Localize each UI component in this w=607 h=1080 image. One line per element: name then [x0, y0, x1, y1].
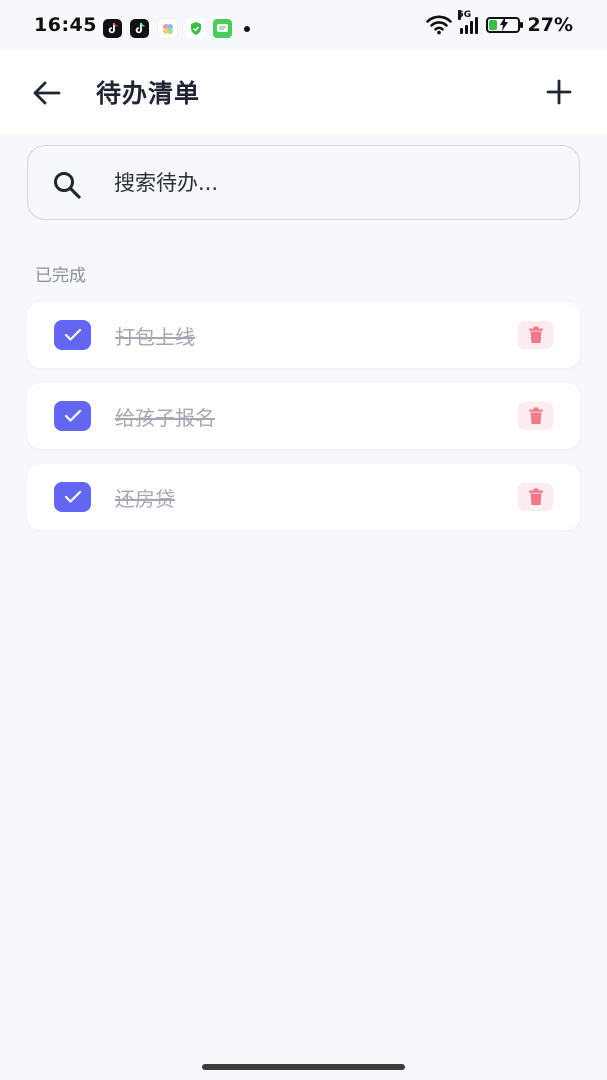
todo-list: 打包上线 给孩子报名 还房贷	[27, 302, 580, 545]
page-title: 待办清单	[96, 79, 201, 108]
todo-checkbox[interactable]	[54, 320, 91, 350]
tiktok-icon	[130, 19, 149, 38]
shield-app-icon	[186, 19, 205, 38]
todo-text: 还房贷	[115, 487, 175, 511]
todo-item[interactable]: 还房贷	[27, 464, 580, 530]
app-header: 待办清单	[0, 50, 607, 134]
todo-text: 给孩子报名	[115, 406, 215, 430]
checkmark-icon	[64, 328, 81, 341]
flower-app-icon	[157, 18, 178, 39]
charging-bolt-icon	[499, 17, 509, 35]
cellular-signal-icon: 5G	[457, 10, 478, 34]
search-input[interactable]	[114, 164, 554, 202]
arrow-left-icon	[33, 81, 61, 105]
network-type: 5G	[457, 10, 472, 20]
plus-icon	[546, 79, 572, 105]
battery-icon	[485, 17, 523, 35]
back-button[interactable]	[30, 76, 64, 110]
more-notifications-dot-icon	[244, 25, 250, 32]
status-bar: 16:45 5G 27%	[0, 0, 607, 50]
delete-todo-button[interactable]	[518, 483, 553, 511]
status-indicators: 5G 27%	[425, 10, 573, 36]
delete-todo-button[interactable]	[518, 321, 553, 349]
message-app-icon	[213, 19, 232, 38]
search-icon	[54, 172, 81, 199]
status-time: 16:45	[34, 14, 97, 36]
status-app-icons	[103, 18, 250, 39]
trash-icon	[528, 488, 543, 505]
home-indicator[interactable]	[202, 1064, 405, 1070]
todo-checkbox[interactable]	[54, 482, 91, 512]
todo-checkbox[interactable]	[54, 401, 91, 431]
wifi-icon	[425, 15, 452, 35]
trash-icon	[528, 407, 543, 424]
trash-icon	[528, 326, 543, 343]
todo-text: 打包上线	[115, 325, 195, 349]
tiktok-icon	[103, 19, 122, 38]
delete-todo-button[interactable]	[518, 402, 553, 430]
section-label-completed: 已完成	[35, 266, 86, 286]
battery-fill	[488, 20, 497, 30]
search-bar[interactable]	[27, 145, 580, 220]
todo-item[interactable]: 打包上线	[27, 302, 580, 368]
checkmark-icon	[64, 409, 81, 422]
checkmark-icon	[64, 490, 81, 503]
battery-percentage: 27%	[527, 14, 573, 36]
add-todo-button[interactable]	[543, 76, 575, 108]
todo-item[interactable]: 给孩子报名	[27, 383, 580, 449]
